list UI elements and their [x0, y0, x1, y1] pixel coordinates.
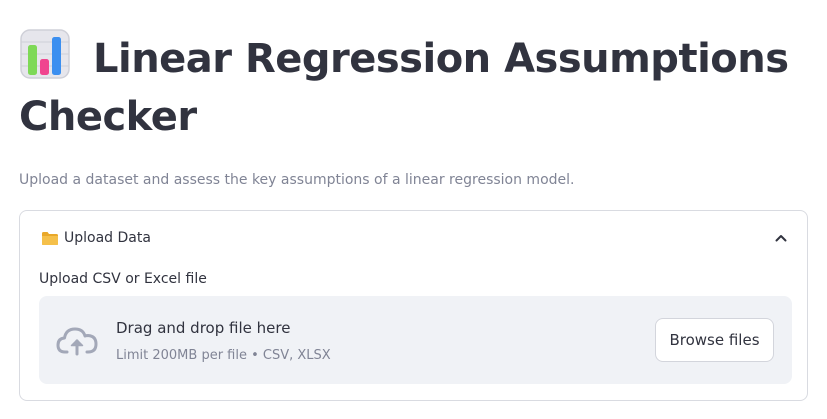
chevron-up-icon[interactable]: [773, 230, 789, 246]
page-title: Linear Regression Assumptions Checker: [19, 28, 809, 146]
upload-data-expander: Upload Data Upload CSV or Excel file Dra…: [19, 210, 808, 401]
folder-icon: [41, 231, 59, 246]
cloud-upload-icon: [55, 324, 99, 356]
page-title-text: Linear Regression Assumptions Checker: [19, 36, 789, 140]
drag-drop-text: Drag and drop file here: [116, 319, 291, 337]
file-dropzone[interactable]: Drag and drop file here Limit 200MB per …: [39, 296, 792, 384]
bar-chart-emoji-icon: [19, 28, 71, 80]
file-uploader-label: Upload CSV or Excel file: [39, 271, 207, 287]
expander-header[interactable]: Upload Data: [20, 211, 807, 265]
file-limit-text: Limit 200MB per file • CSV, XLSX: [116, 348, 331, 363]
browse-files-button[interactable]: Browse files: [655, 318, 774, 362]
expander-label: Upload Data: [64, 230, 151, 246]
page-subtitle: Upload a dataset and assess the key assu…: [19, 172, 575, 188]
